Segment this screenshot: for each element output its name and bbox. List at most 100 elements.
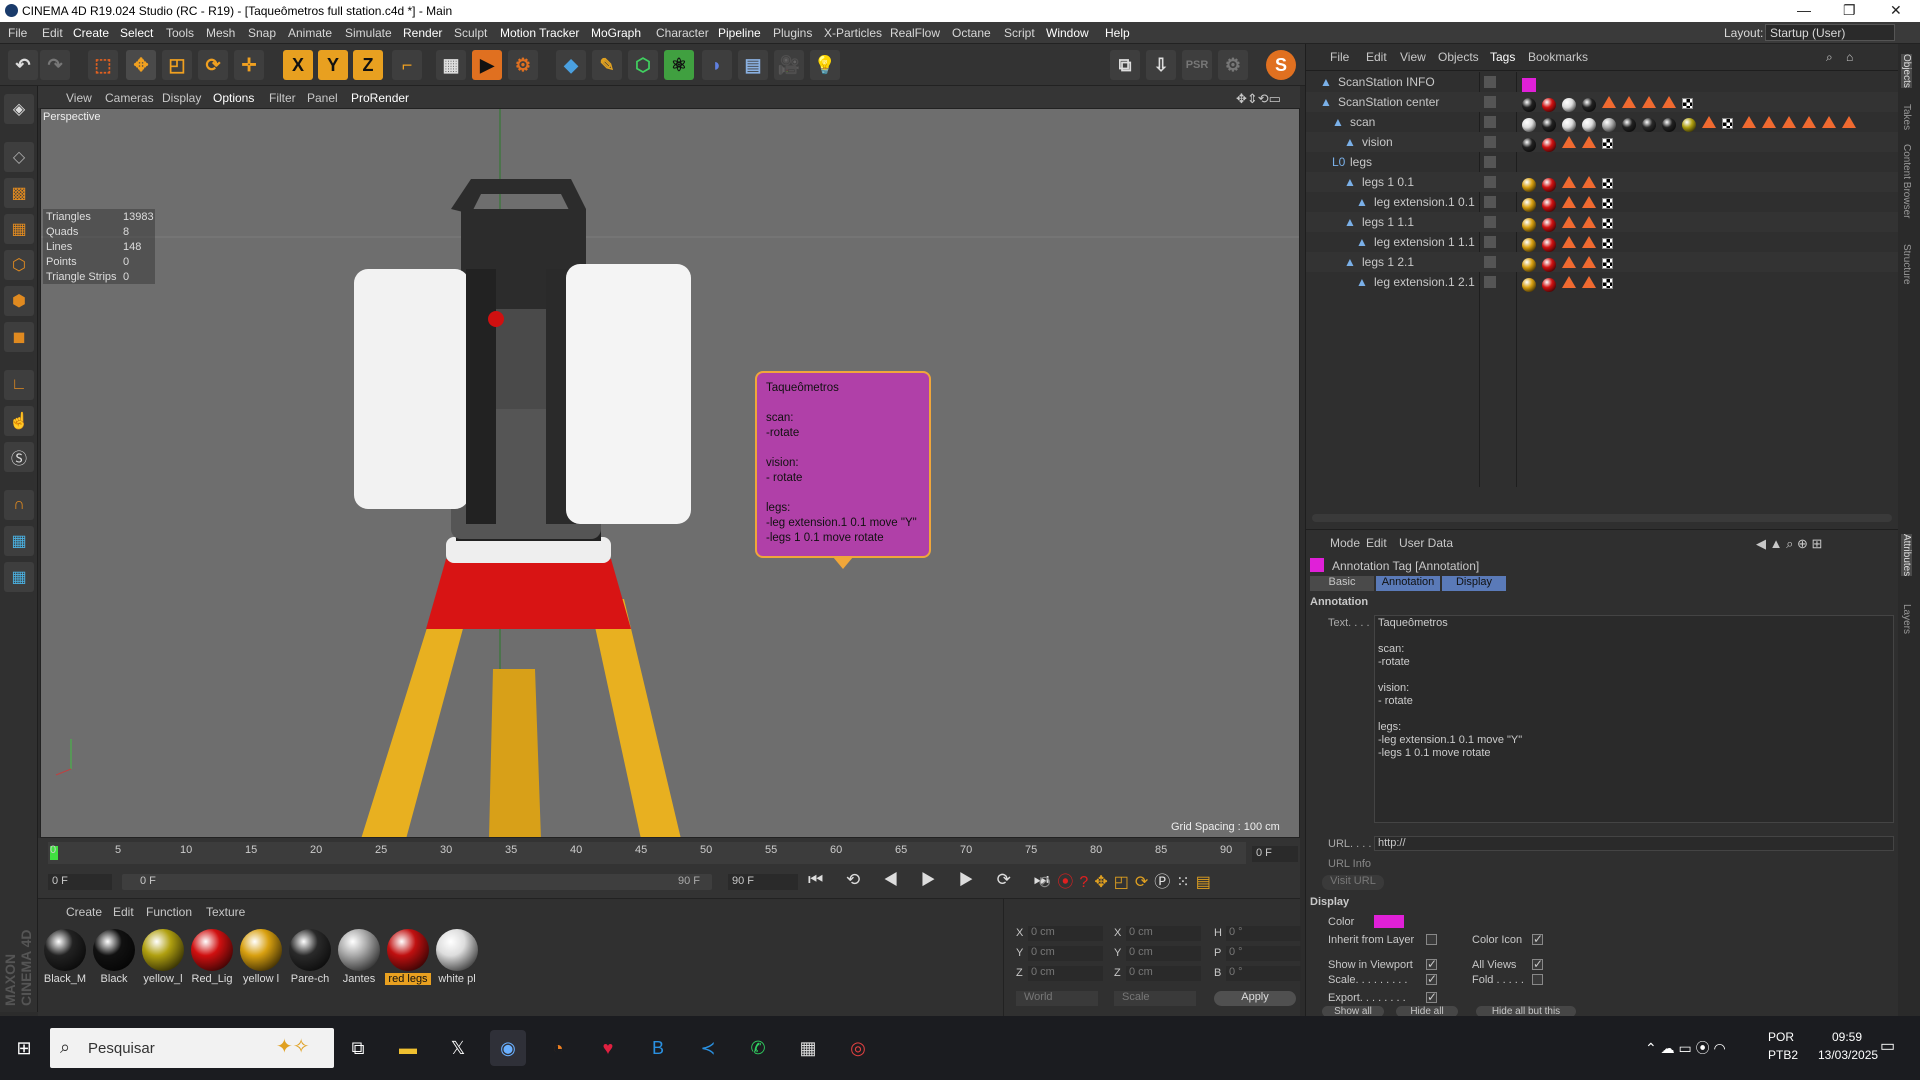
material-tag-icon[interactable] [1582,118,1596,132]
material-tag-icon[interactable] [1522,218,1536,232]
material-swatch[interactable]: yellow_l [140,927,186,993]
menu-tools[interactable]: Tools [166,26,194,40]
menu-simulate[interactable]: Simulate [345,26,392,40]
warning-tag-icon[interactable] [1562,216,1576,228]
y-axis-icon[interactable]: Y [318,50,348,80]
redo-icon[interactable]: ↷ [40,50,70,80]
material-tag-icon[interactable] [1582,98,1596,112]
obj-menu-bookmarks[interactable]: Bookmarks [1528,50,1588,64]
object-name[interactable]: legs 1 0.1 [1362,175,1414,189]
material-swatch[interactable]: Black [91,927,137,993]
workplane-mode-icon[interactable]: ▦ [4,562,34,592]
warning-tag-icon[interactable] [1582,276,1596,288]
vp-menu-view[interactable]: View [66,91,92,105]
coord-value-field[interactable]: 0 cm [1126,966,1201,981]
menu-window[interactable]: Window [1046,26,1089,40]
current-frame-field[interactable]: 0 F [1252,846,1298,862]
b-app-icon[interactable]: B [640,1030,676,1066]
mat-menu-edit[interactable]: Edit [113,905,134,919]
object-row[interactable]: L0 legs [1306,152,1899,172]
texture-tag-icon[interactable] [1602,258,1613,269]
tab-attributes[interactable]: Attributes [1901,534,1912,577]
warning-tag-icon[interactable] [1762,116,1776,128]
keyframe-controls[interactable]: ⊘⦿?✥◰⟳Ⓟ⁙▤ [1038,868,1298,892]
coordinate-system-icon[interactable]: ⌐ [392,50,422,80]
windows-start-icon[interactable]: ⊞ [6,1030,42,1066]
coord-value-field[interactable]: 0 cm [1028,926,1103,941]
object-name[interactable]: scan [1350,115,1375,129]
render-picture-viewer-icon[interactable]: ▶ [472,50,502,80]
material-tag-icon[interactable] [1522,258,1536,272]
material-tag-icon[interactable] [1682,118,1696,132]
scale-key-icon[interactable]: ◰ [1114,874,1135,891]
tray-icons[interactable]: ⌃ ☁ ▭ ⦿ ◠ [1645,1038,1726,1058]
attr-menu-user-data[interactable]: User Data [1399,536,1453,550]
object-row[interactable]: ▲ scan [1306,112,1899,132]
cinema4d-taskbar-icon[interactable]: ◉ [490,1030,526,1066]
warning-tag-icon[interactable] [1822,116,1836,128]
coord-mode-dropdown[interactable]: Scale [1114,991,1196,1006]
coord-value-field[interactable]: 0 ° [1226,966,1301,981]
material-tag-icon[interactable] [1542,198,1556,212]
object-row[interactable]: ▲ leg extension.1 2.1 [1306,272,1899,292]
workplane-icon[interactable]: ▦ [4,214,34,244]
menu-select[interactable]: Select [120,26,153,40]
warning-tag-icon[interactable] [1842,116,1856,128]
move-tool-icon[interactable]: ✥ [126,50,156,80]
deformer-icon[interactable]: ◗ [702,50,732,80]
coord-value-field[interactable]: 0 cm [1126,946,1201,961]
coord-space-dropdown[interactable]: World [1016,991,1098,1006]
mat-menu-texture[interactable]: Texture [206,905,245,919]
motion-icon[interactable]: ⊘ [1038,874,1057,891]
material-swatch[interactable]: Red_Lig [189,927,235,993]
clock-time[interactable]: 09:59 [1832,1030,1862,1044]
vp-menu-prorender[interactable]: ProRender [351,91,409,105]
layout-dropdown[interactable]: Startup (User) [1765,24,1895,41]
transform-tool-icon[interactable]: ✛ [234,50,264,80]
material-swatch[interactable]: white pl [434,927,480,993]
material-tag-icon[interactable] [1522,118,1536,132]
color-icon-checkbox[interactable]: ✓ [1532,933,1543,945]
rotate-tool-icon[interactable]: ⟳ [198,50,228,80]
texture-tag-icon[interactable] [1682,98,1693,109]
chrome-icon[interactable]: ◎ [840,1030,876,1066]
visibility-toggle[interactable] [1484,236,1496,248]
texture-tag-icon[interactable] [1602,138,1613,149]
obj-menu-edit[interactable]: Edit [1366,50,1387,64]
annotation-text-area[interactable]: Taqueômetros scan: -rotate vision: - rot… [1374,615,1894,823]
warning-tag-icon[interactable] [1662,96,1676,108]
tab-layers[interactable]: Layers [1901,604,1912,634]
warning-tag-icon[interactable] [1562,176,1576,188]
texture-tag-icon[interactable] [1602,178,1613,189]
annotation-bubble[interactable]: Taqueômetros scan: -rotate vision: - rot… [755,371,931,558]
visit-url-button[interactable]: Visit URL [1322,875,1384,890]
show-viewport-checkbox[interactable]: ✓ [1426,958,1437,970]
minimize-icon[interactable]: — [1797,2,1811,18]
workplane-lock-icon[interactable]: ▦ [4,526,34,556]
menu-create[interactable]: Create [73,26,109,40]
material-tag-icon[interactable] [1542,278,1556,292]
warning-tag-icon[interactable] [1622,96,1636,108]
attr-menu-mode[interactable]: Mode [1330,536,1360,550]
move-key-icon[interactable]: ✥ [1094,874,1113,891]
render-settings-icon[interactable]: ⚙ [508,50,538,80]
mat-menu-create[interactable]: Create [66,905,102,919]
tab-annotation[interactable]: Annotation [1376,576,1440,591]
clock-date[interactable]: 13/03/2025 [1818,1048,1878,1062]
menu-file[interactable]: File [8,26,27,40]
warning-tag-icon[interactable] [1602,96,1616,108]
material-tag-icon[interactable] [1522,198,1536,212]
timeline-window-icon[interactable]: ▤ [1196,874,1217,891]
viewport-nav-icon[interactable]: ✥⇕⟲▭ [1236,91,1281,107]
visibility-toggle[interactable] [1484,256,1496,268]
menu-x-particles[interactable]: X-Particles [824,26,882,40]
material-tag-icon[interactable] [1542,118,1556,132]
visibility-toggle[interactable] [1484,96,1496,108]
url-input[interactable]: http:// [1374,836,1894,851]
menu-realflow[interactable]: RealFlow [890,26,940,40]
restore-icon[interactable]: ❐ [1843,2,1856,19]
floor-icon[interactable]: ▤ [738,50,768,80]
menu-help[interactable]: Help [1105,26,1130,40]
material-tag-icon[interactable] [1542,178,1556,192]
tab-basic[interactable]: Basic [1310,576,1374,591]
